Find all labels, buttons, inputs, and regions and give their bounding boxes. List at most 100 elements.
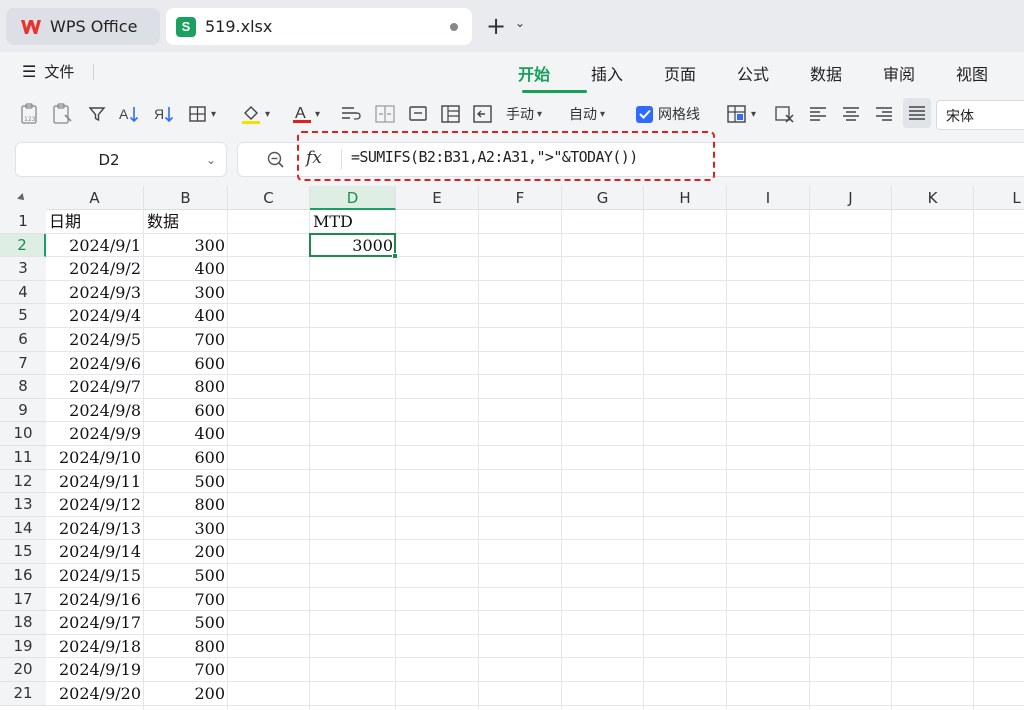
wrap-text-icon[interactable]	[340, 102, 362, 126]
filter-icon[interactable]	[88, 102, 106, 126]
column-width-icon[interactable]	[440, 102, 462, 126]
row-header-7[interactable]: 7	[0, 351, 46, 376]
cell-value[interactable]: 600	[144, 353, 225, 377]
cell-value[interactable]: 300	[144, 282, 225, 306]
cell-date[interactable]: 2024/9/12	[46, 494, 141, 518]
tab-review[interactable]: 审阅	[883, 61, 956, 85]
font-color-icon[interactable]: A ▾	[292, 102, 320, 126]
row-header-20[interactable]: 20	[0, 658, 46, 682]
cell-date[interactable]: 2024/9/4	[46, 305, 141, 329]
align-center-icon[interactable]	[841, 102, 861, 126]
cell-date[interactable]: 2024/9/20	[46, 683, 141, 707]
gridlines-checkbox[interactable]: 网格线	[636, 102, 700, 126]
cell-value[interactable]: 400	[144, 305, 225, 329]
row-height-icon[interactable]	[408, 102, 430, 126]
cell-date[interactable]: 2024/9/13	[46, 518, 141, 542]
row-header-1[interactable]: 1	[0, 210, 46, 234]
select-all-corner[interactable]	[0, 186, 46, 210]
cell-date[interactable]: 2024/9/8	[46, 400, 141, 424]
active-cell-outline[interactable]	[309, 232, 396, 258]
tab-formula[interactable]: 公式	[737, 61, 810, 85]
zoom-search-icon[interactable]	[266, 150, 286, 170]
cell-value[interactable]: 600	[144, 447, 225, 471]
cell-value[interactable]: 700	[144, 659, 225, 683]
column-header-j[interactable]: J	[810, 186, 892, 210]
file-menu[interactable]: ☰ 文件	[22, 61, 74, 82]
tab-data[interactable]: 数据	[810, 61, 883, 85]
sort-ascending-icon[interactable]: A	[118, 102, 140, 126]
cell-value[interactable]: 500	[144, 612, 225, 636]
clear-format-icon[interactable]	[774, 102, 796, 126]
chevron-down-icon[interactable]: ⌄	[206, 153, 216, 167]
freeze-panes-icon[interactable]	[472, 102, 494, 126]
column-header-e[interactable]: E	[396, 186, 479, 210]
cell-value[interactable]: 400	[144, 258, 225, 282]
cell-date[interactable]: 2024/9/11	[46, 471, 141, 495]
tab-wps-office[interactable]: WPS Office	[6, 8, 160, 45]
column-header-d[interactable]: D	[310, 186, 396, 210]
align-right-icon[interactable]	[874, 102, 894, 126]
row-header-17[interactable]: 17	[0, 587, 46, 612]
cell-value[interactable]: 800	[144, 636, 225, 660]
spreadsheet-grid[interactable]: ABCDEFGHIJKL 1 2 3 4 5 6 7 8 9 10 11 12 13 14 15 16 17 18…	[0, 186, 1024, 710]
paste-values-icon[interactable]: 123	[20, 102, 40, 126]
row-header-16[interactable]: 16	[0, 564, 46, 588]
row-header-4[interactable]: 4	[0, 280, 46, 305]
column-header-l[interactable]: L	[974, 186, 1024, 210]
cell-date[interactable]: 2024/9/14	[46, 541, 141, 565]
cell-value[interactable]: 200	[144, 541, 225, 565]
row-header-19[interactable]: 19	[0, 634, 46, 659]
paste-format-icon[interactable]	[52, 102, 74, 126]
calc-manual-dropdown[interactable]: 手动 ▾	[506, 102, 542, 126]
row-header-13[interactable]: 13	[0, 493, 46, 517]
column-header-h[interactable]: H	[644, 186, 727, 210]
cell-date[interactable]: 2024/9/10	[46, 447, 141, 471]
row-header-10[interactable]: 10	[0, 422, 46, 446]
row-header-2[interactable]: 2	[0, 233, 46, 258]
column-header-c[interactable]: C	[228, 186, 310, 210]
fill-handle[interactable]	[392, 253, 398, 260]
row-header-18[interactable]: 18	[0, 611, 46, 635]
tab-page[interactable]: 页面	[664, 61, 737, 85]
column-header-k[interactable]: K	[892, 186, 974, 210]
cell-date[interactable]: 2024/9/2	[46, 258, 141, 282]
cell-value[interactable]: 700	[144, 589, 225, 613]
row-header-14[interactable]: 14	[0, 516, 46, 541]
row-header-6[interactable]: 6	[0, 328, 46, 352]
column-header-i[interactable]: I	[727, 186, 810, 210]
row-header-3[interactable]: 3	[0, 257, 46, 281]
borders-icon[interactable]: ▾	[188, 102, 216, 126]
fill-color-icon[interactable]: ▾	[240, 102, 270, 126]
column-header-f[interactable]: F	[479, 186, 562, 210]
column-header-b[interactable]: B	[144, 186, 228, 210]
cell-value[interactable]: 300	[144, 235, 225, 259]
cell-date[interactable]: 2024/9/7	[46, 376, 141, 400]
cell-value[interactable]: 300	[144, 518, 225, 542]
row-header-9[interactable]: 9	[0, 398, 46, 423]
name-box[interactable]: D2 ⌄	[15, 142, 227, 177]
row-header-11[interactable]: 11	[0, 446, 46, 470]
sort-descending-icon[interactable]: Я	[153, 102, 175, 126]
tab-file-519[interactable]: S 519.xlsx	[166, 8, 472, 45]
cell-value[interactable]: 200	[144, 683, 225, 707]
cell-value[interactable]: 500	[144, 471, 225, 495]
new-tab-plus-icon[interactable]: +	[486, 12, 506, 40]
tab-home[interactable]: 开始	[518, 61, 591, 93]
cell-date[interactable]: 2024/9/9	[46, 423, 141, 447]
row-header-12[interactable]: 12	[0, 469, 46, 494]
cell-d1[interactable]: MTD	[313, 211, 353, 235]
cell-date[interactable]: 2024/9/16	[46, 589, 141, 613]
cell-value[interactable]: 500	[144, 565, 225, 589]
tab-view[interactable]: 视图	[956, 61, 1006, 85]
row-header-21[interactable]: 21	[0, 682, 46, 706]
calc-auto-dropdown[interactable]: 自动 ▾	[569, 102, 605, 126]
cell-date[interactable]: 2024/9/19	[46, 659, 141, 683]
chevron-down-icon[interactable]: ⌄	[515, 16, 525, 30]
align-justify-icon[interactable]	[903, 98, 931, 128]
cell-date[interactable]: 2024/9/17	[46, 612, 141, 636]
align-left-icon[interactable]	[808, 102, 828, 126]
cell-b1[interactable]: 数据	[147, 211, 179, 235]
cell-date[interactable]: 2024/9/18	[46, 636, 141, 660]
font-name-field[interactable]: 宋体	[936, 100, 1024, 130]
table-style-icon[interactable]: ▾	[726, 102, 756, 126]
